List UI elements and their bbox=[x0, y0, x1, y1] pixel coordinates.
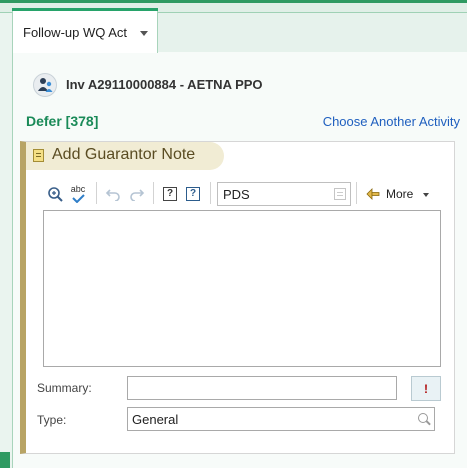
panel-title: Add Guarantor Note bbox=[52, 146, 196, 163]
smarttext-value: PDS bbox=[223, 187, 250, 202]
guarantor-note-panel: Add Guarantor Note abc ? ? PDS More Summ… bbox=[20, 141, 455, 454]
defer-heading: Defer [378] bbox=[26, 113, 99, 129]
chevron-down-icon[interactable] bbox=[140, 31, 148, 36]
tab-follow-up-wq-act[interactable]: Follow-up WQ Act bbox=[12, 8, 158, 53]
zoom-icon[interactable] bbox=[44, 183, 66, 205]
help-question-icon[interactable]: ? bbox=[159, 183, 181, 205]
chevron-down-icon[interactable] bbox=[423, 193, 429, 197]
choose-another-activity-link[interactable]: Choose Another Activity bbox=[323, 114, 460, 129]
invoice-title: Inv A29110000884 - AETNA PPO bbox=[66, 77, 263, 92]
type-input[interactable]: General bbox=[127, 407, 435, 431]
toolbar-divider bbox=[210, 182, 211, 204]
exclamation-icon: ! bbox=[424, 381, 428, 396]
type-label: Type: bbox=[37, 413, 67, 427]
redo-icon[interactable] bbox=[126, 183, 148, 205]
left-gutter bbox=[0, 0, 12, 468]
bottom-accent bbox=[0, 452, 10, 468]
spellcheck-text: abc bbox=[70, 184, 86, 194]
list-icon[interactable] bbox=[334, 188, 346, 200]
toolbar-divider bbox=[356, 182, 357, 204]
tab-label: Follow-up WQ Act bbox=[23, 25, 128, 40]
toolbar-divider bbox=[153, 182, 154, 204]
note-editor[interactable] bbox=[43, 210, 441, 367]
question-list-icon[interactable]: ? bbox=[182, 183, 204, 205]
spellcheck-icon[interactable]: abc bbox=[67, 183, 89, 205]
search-icon[interactable] bbox=[418, 413, 428, 423]
note-icon bbox=[33, 149, 44, 162]
undo-icon[interactable] bbox=[102, 183, 124, 205]
summary-label: Summary: bbox=[37, 381, 92, 395]
guarantor-icon bbox=[33, 73, 57, 97]
arrow-left-icon[interactable] bbox=[362, 183, 384, 205]
toolbar-divider bbox=[96, 182, 97, 204]
summary-input[interactable] bbox=[127, 376, 397, 400]
smarttext-input[interactable]: PDS bbox=[217, 182, 351, 206]
summary-flag-button[interactable]: ! bbox=[411, 376, 441, 401]
type-value: General bbox=[132, 412, 179, 427]
more-menu-button[interactable]: More bbox=[386, 187, 413, 201]
panel-header: Add Guarantor Note bbox=[26, 142, 224, 170]
